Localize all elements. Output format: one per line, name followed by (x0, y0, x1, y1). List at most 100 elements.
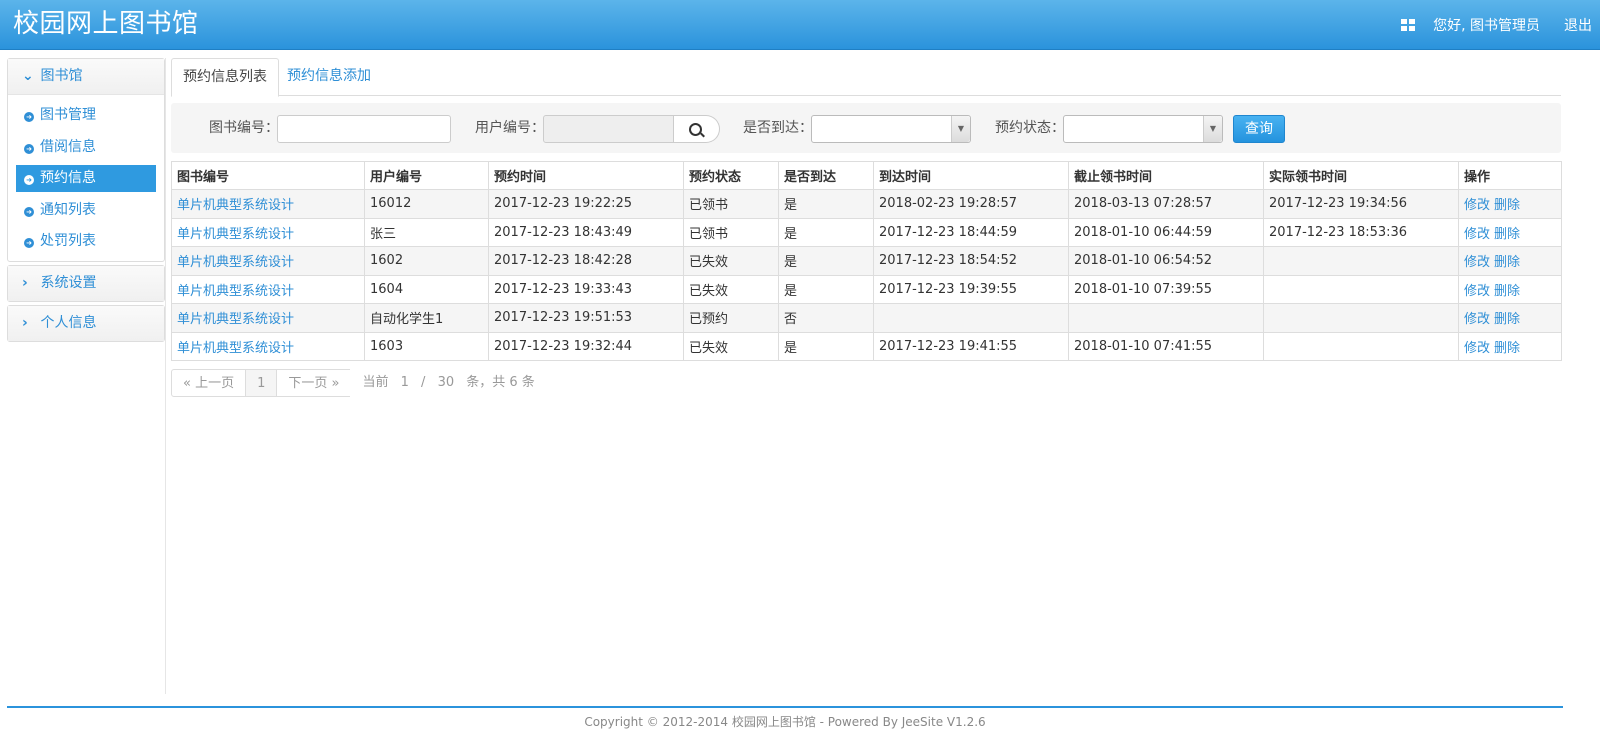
reserve-time-cell: 2017-12-23 18:43:49 (488, 217, 684, 247)
logout-link[interactable]: 退出 (1564, 15, 1592, 35)
table-row: 单片机典型系统设计 1604 2017-12-23 19:33:43 已失效 是… (171, 274, 1562, 304)
book-link[interactable]: 单片机典型系统设计 (177, 255, 294, 270)
delete-link[interactable]: 删除 (1494, 255, 1520, 270)
user-search-button[interactable] (674, 115, 720, 143)
edit-link[interactable]: 修改 (1464, 312, 1490, 327)
delete-link[interactable]: 删除 (1494, 198, 1520, 213)
table-header-row: 图书编号 用户编号 预约时间 预约状态 是否到达 到达时间 截止领书时间 实际领… (171, 161, 1562, 190)
sidebar-item-reservation-info[interactable]: ➜ 预约信息 (16, 165, 156, 192)
tab-reservation-add[interactable]: 预约信息添加 (276, 58, 382, 94)
top-navbar: 校园网上图书馆 您好, 图书管理员 退出 (0, 0, 1600, 50)
sidebar-group-system-settings: › 系统设置 (7, 265, 165, 302)
next-page-button[interactable]: 下一页 » (276, 369, 352, 397)
arrived-cell: 是 (778, 246, 874, 276)
deadline-cell: 2018-01-10 07:41:55 (1068, 331, 1264, 361)
sidebar-item-label: 图书管理 (40, 107, 96, 123)
arrived-cell: 是 (778, 274, 874, 304)
page-size-input[interactable]: 30 (430, 369, 463, 397)
delete-link[interactable]: 删除 (1494, 312, 1520, 327)
sidebar-item-penalty-list[interactable]: ➜ 处罚列表 (16, 228, 156, 255)
arrive-time-cell: 2017-12-23 19:41:55 (873, 331, 1069, 361)
sidebar-group-label: 系统设置 (40, 275, 97, 291)
edit-link[interactable]: 修改 (1464, 227, 1490, 242)
sidebar-item-notice-list[interactable]: ➜ 通知列表 (16, 197, 156, 224)
pagination: « 上一页 1 下一页 » 当前 1 / 30 条，共 6 条 (171, 369, 546, 397)
page-number-input[interactable]: 1 (393, 369, 417, 397)
arrived-select[interactable]: ▼ (811, 115, 971, 143)
prev-page-button[interactable]: « 上一页 (171, 369, 247, 397)
sidebar-group-header-system-settings[interactable]: › 系统设置 (8, 266, 164, 301)
app-title[interactable]: 校园网上图书馆 (13, 6, 199, 42)
tab-reservation-list[interactable]: 预约信息列表 (171, 58, 279, 97)
arrow-circle-right-icon: ➜ (24, 206, 34, 217)
edit-link[interactable]: 修改 (1464, 284, 1490, 299)
sidebar-item-borrow-info[interactable]: ➜ 借阅信息 (16, 134, 156, 161)
arrive-time-cell (873, 303, 1069, 333)
table-row: 单片机典型系统设计 16012 2017-12-23 19:22:25 已领书 … (171, 189, 1562, 219)
sidebar-item-label: 预约信息 (40, 170, 96, 186)
sidebar-item-label: 处罚列表 (40, 233, 96, 249)
book-link[interactable]: 单片机典型系统设计 (177, 341, 294, 356)
sidebar: ⌄ 图书馆 ➜ 图书管理 ➜ 借阅信息 ➜ 预约信息 ➜ 通知列表 ➜ 处罚列表 › 系统… (7, 58, 165, 345)
page-info-prefix: 当前 (362, 375, 389, 390)
sidebar-item-label: 借阅信息 (40, 138, 96, 155)
status-cell: 已失效 (683, 331, 779, 361)
status-select[interactable]: ▼ (1063, 115, 1223, 143)
column-header: 截止领书时间 (1068, 161, 1264, 190)
user-cell: 张三 (364, 217, 489, 247)
delete-link[interactable]: 删除 (1494, 341, 1520, 356)
sidebar-item-book-management[interactable]: ➜ 图书管理 (16, 102, 156, 129)
welcome-user-link[interactable]: 您好, 图书管理员 (1433, 15, 1540, 35)
delete-link[interactable]: 删除 (1494, 284, 1520, 299)
arrive-time-cell: 2017-12-23 18:44:59 (873, 217, 1069, 247)
chevron-down-icon: ⌄ (22, 68, 34, 84)
grid-icon[interactable] (1401, 18, 1416, 31)
reservation-table: 图书编号 用户编号 预约时间 预约状态 是否到达 到达时间 截止领书时间 实际领… (171, 161, 1562, 361)
book-link[interactable]: 单片机典型系统设计 (177, 312, 294, 327)
tab-bar: 预约信息列表 预约信息添加 (171, 58, 1561, 97)
arrived-cell: 是 (778, 189, 874, 219)
table-row: 单片机典型系统设计 1602 2017-12-23 18:42:28 已失效 是… (171, 246, 1562, 276)
arrived-cell: 是 (778, 217, 874, 247)
status-cell: 已领书 (683, 217, 779, 247)
sidebar-group-label: 图书馆 (40, 68, 83, 84)
user-cell: 1603 (364, 331, 489, 361)
book-link[interactable]: 单片机典型系统设计 (177, 284, 294, 299)
user-id-input[interactable] (543, 115, 674, 143)
sidebar-group-header-library[interactable]: ⌄ 图书馆 (8, 59, 164, 94)
sidebar-item-label: 通知列表 (40, 201, 96, 218)
chevron-right-icon: › (22, 275, 28, 291)
arrived-cell: 是 (778, 331, 874, 361)
status-cell: 已领书 (683, 189, 779, 219)
sidebar-group-library: ⌄ 图书馆 ➜ 图书管理 ➜ 借阅信息 ➜ 预约信息 ➜ 通知列表 ➜ 处罚列表 (7, 58, 165, 262)
picked-time-cell (1263, 246, 1459, 276)
user-cell: 自动化学生1 (364, 303, 489, 333)
table-row: 单片机典型系统设计 张三 2017-12-23 18:43:49 已领书 是 2… (171, 217, 1562, 247)
search-icon (689, 123, 702, 136)
book-id-input[interactable] (277, 115, 451, 143)
user-cell: 1604 (364, 274, 489, 304)
edit-link[interactable]: 修改 (1464, 198, 1490, 213)
reserve-time-cell: 2017-12-23 19:32:44 (488, 331, 684, 361)
edit-link[interactable]: 修改 (1464, 255, 1490, 270)
delete-link[interactable]: 删除 (1494, 227, 1520, 242)
sidebar-group-label: 个人信息 (40, 315, 97, 331)
book-id-label: 图书编号： (209, 120, 279, 136)
query-button[interactable]: 查询 (1233, 115, 1285, 143)
page-number-current[interactable]: 1 (245, 369, 278, 397)
sidebar-group-header-personal-info[interactable]: › 个人信息 (8, 306, 164, 341)
reserve-time-cell: 2017-12-23 19:51:53 (488, 303, 684, 333)
book-link[interactable]: 单片机典型系统设计 (177, 198, 294, 213)
book-link[interactable]: 单片机典型系统设计 (177, 227, 294, 242)
status-label: 预约状态： (995, 120, 1065, 136)
status-cell: 已预约 (683, 303, 779, 333)
user-cell: 16012 (364, 189, 489, 219)
reserve-time-cell: 2017-12-23 19:33:43 (488, 274, 684, 304)
column-header: 操作 (1458, 161, 1562, 190)
dropdown-arrow-icon: ▼ (1203, 116, 1222, 142)
edit-link[interactable]: 修改 (1464, 341, 1490, 356)
deadline-cell: 2018-01-10 06:44:59 (1068, 217, 1264, 247)
sidebar-divider (165, 58, 166, 694)
column-header: 预约状态 (683, 161, 779, 190)
sidebar-group-body: ➜ 图书管理 ➜ 借阅信息 ➜ 预约信息 ➜ 通知列表 ➜ 处罚列表 (8, 94, 164, 261)
